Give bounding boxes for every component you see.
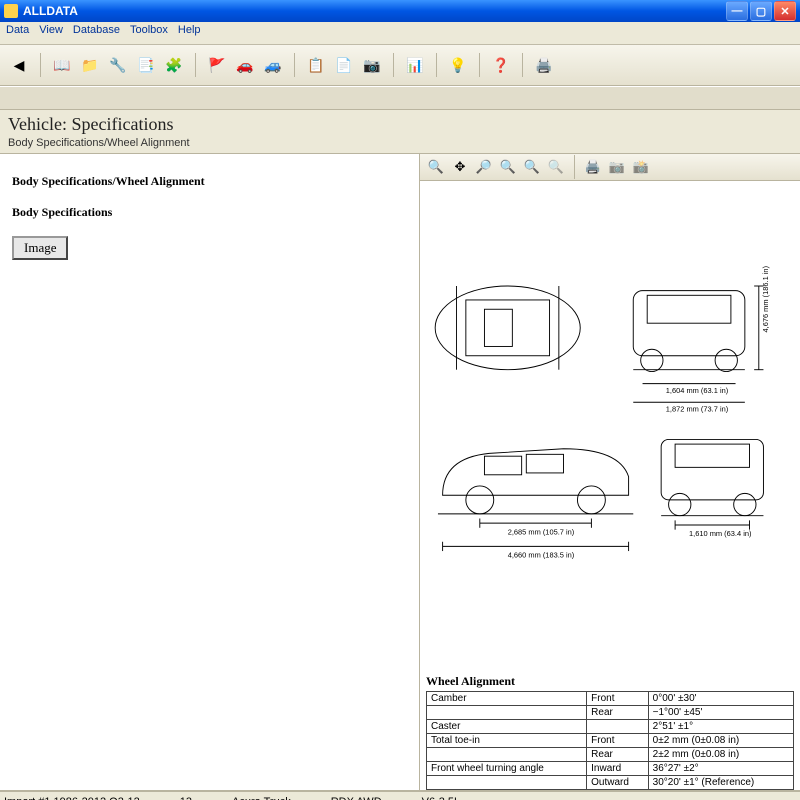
vehicle-diagram: 4,676 mm (186.1 in) 1,604 mm (63.1 in) 1…: [420, 181, 800, 670]
list-icon[interactable]: 📋: [305, 54, 327, 76]
separator: [393, 53, 394, 77]
status-dataset: Import #1 1986-2012 Q3-12: [4, 796, 140, 800]
close-button[interactable]: ✕: [774, 1, 796, 21]
app-icon: [4, 4, 18, 18]
statusbar: Import #1 1986-2012 Q3-12 13 Acura Truck…: [0, 791, 800, 800]
zoom-reset-icon[interactable]: 🔍: [522, 157, 542, 177]
magnify-icon[interactable]: 🔍: [546, 157, 566, 177]
window-title: ALLDATA: [23, 4, 726, 18]
menubar: Data View Database Toolbox Help: [0, 22, 800, 45]
labor-icon[interactable]: 📑: [135, 54, 157, 76]
separator: [522, 53, 523, 77]
wheel-alignment-section: Wheel Alignment CamberFront0°00' ±30' Re…: [426, 674, 794, 790]
svg-text:1,872 mm (73.7 in): 1,872 mm (73.7 in): [666, 405, 729, 414]
print-image-icon[interactable]: 🖨️: [583, 157, 603, 177]
image-button[interactable]: Image: [12, 236, 68, 260]
status-year: 13: [180, 796, 192, 800]
separator: [574, 155, 575, 179]
status-model: RDX AWD: [331, 796, 382, 800]
bulb-icon[interactable]: 💡: [447, 54, 469, 76]
car-red-icon[interactable]: 🚙: [262, 54, 284, 76]
page-header: Vehicle: Specifications Body Specificati…: [0, 110, 800, 154]
status-engine: V6-3.5L: [422, 796, 461, 800]
svg-text:4,676 mm (186.1 in): 4,676 mm (186.1 in): [761, 265, 770, 332]
alignment-title: Wheel Alignment: [426, 674, 794, 689]
gauge-icon[interactable]: 📊: [404, 54, 426, 76]
separator: [479, 53, 480, 77]
car-blue-icon[interactable]: 🚗: [234, 54, 256, 76]
menu-toolbox[interactable]: Toolbox: [130, 24, 168, 42]
camera2-icon[interactable]: 📸: [631, 157, 651, 177]
svg-text:2,685 mm (105.7 in): 2,685 mm (105.7 in): [508, 527, 575, 536]
minimize-button[interactable]: —: [726, 1, 748, 21]
left-line2: Body Specifications: [12, 205, 407, 220]
left-line1: Body Specifications/Wheel Alignment: [12, 174, 407, 189]
snapshot-icon[interactable]: 📷: [607, 157, 627, 177]
separator: [436, 53, 437, 77]
menu-data[interactable]: Data: [6, 24, 29, 42]
zoom-in-icon[interactable]: 🔍: [426, 157, 446, 177]
maximize-button[interactable]: ▢: [750, 1, 772, 21]
separator: [195, 53, 196, 77]
car-rear-view: 1,610 mm (63.4 in): [661, 439, 763, 538]
status-make: Acura Truck: [232, 796, 291, 800]
page-icon[interactable]: 📄: [333, 54, 355, 76]
separator: [40, 53, 41, 77]
book-icon[interactable]: 📖: [51, 54, 73, 76]
parts-icon[interactable]: 🧩: [163, 54, 185, 76]
menu-view[interactable]: View: [39, 24, 63, 42]
zoom-out-icon[interactable]: 🔍: [498, 157, 518, 177]
svg-text:1,604 mm (63.1 in): 1,604 mm (63.1 in): [666, 386, 729, 395]
menu-database[interactable]: Database: [73, 24, 120, 42]
print-icon[interactable]: 🖨️: [533, 54, 555, 76]
titlebar: ALLDATA — ▢ ✕: [0, 0, 800, 22]
back-button[interactable]: ◀: [8, 54, 30, 76]
svg-text:1,610 mm (63.4 in): 1,610 mm (63.4 in): [689, 529, 752, 538]
menu-help[interactable]: Help: [178, 24, 201, 42]
vehicle-icon[interactable]: 📁: [79, 54, 101, 76]
main-toolbar: ◀ 📖 📁 🔧 📑 🧩 🚩 🚗 🚙 📋 📄 📷 📊 💡 ❓ 🖨️: [0, 45, 800, 86]
service-icon[interactable]: 🔧: [107, 54, 129, 76]
breadcrumb: Body Specifications/Wheel Alignment: [8, 137, 792, 149]
alignment-table: CamberFront0°00' ±30' Rear−1°00' ±45' Ca…: [426, 691, 794, 790]
zoom-blue-icon[interactable]: 🔎: [474, 157, 494, 177]
car-front-view: 4,676 mm (186.1 in) 1,604 mm (63.1 in) 1…: [633, 265, 770, 413]
camera-icon[interactable]: 📷: [361, 54, 383, 76]
move-icon[interactable]: ✥: [450, 157, 470, 177]
help-icon[interactable]: ❓: [490, 54, 512, 76]
sub-toolbar: [0, 86, 800, 110]
car-top-view: [435, 286, 580, 370]
right-pane: 🔍 ✥ 🔎 🔍 🔍 🔍 🖨️ 📷 📸: [420, 154, 800, 790]
page-title: Vehicle: Specifications: [8, 114, 792, 135]
car-side-view: 2,685 mm (105.7 in) 4,660 mm (183.5 in): [438, 449, 633, 560]
left-pane: Body Specifications/Wheel Alignment Body…: [0, 154, 420, 790]
svg-text:4,660 mm (183.5 in): 4,660 mm (183.5 in): [508, 551, 575, 560]
flag-icon[interactable]: 🚩: [206, 54, 228, 76]
separator: [294, 53, 295, 77]
image-toolbar: 🔍 ✥ 🔎 🔍 🔍 🔍 🖨️ 📷 📸: [420, 154, 800, 181]
